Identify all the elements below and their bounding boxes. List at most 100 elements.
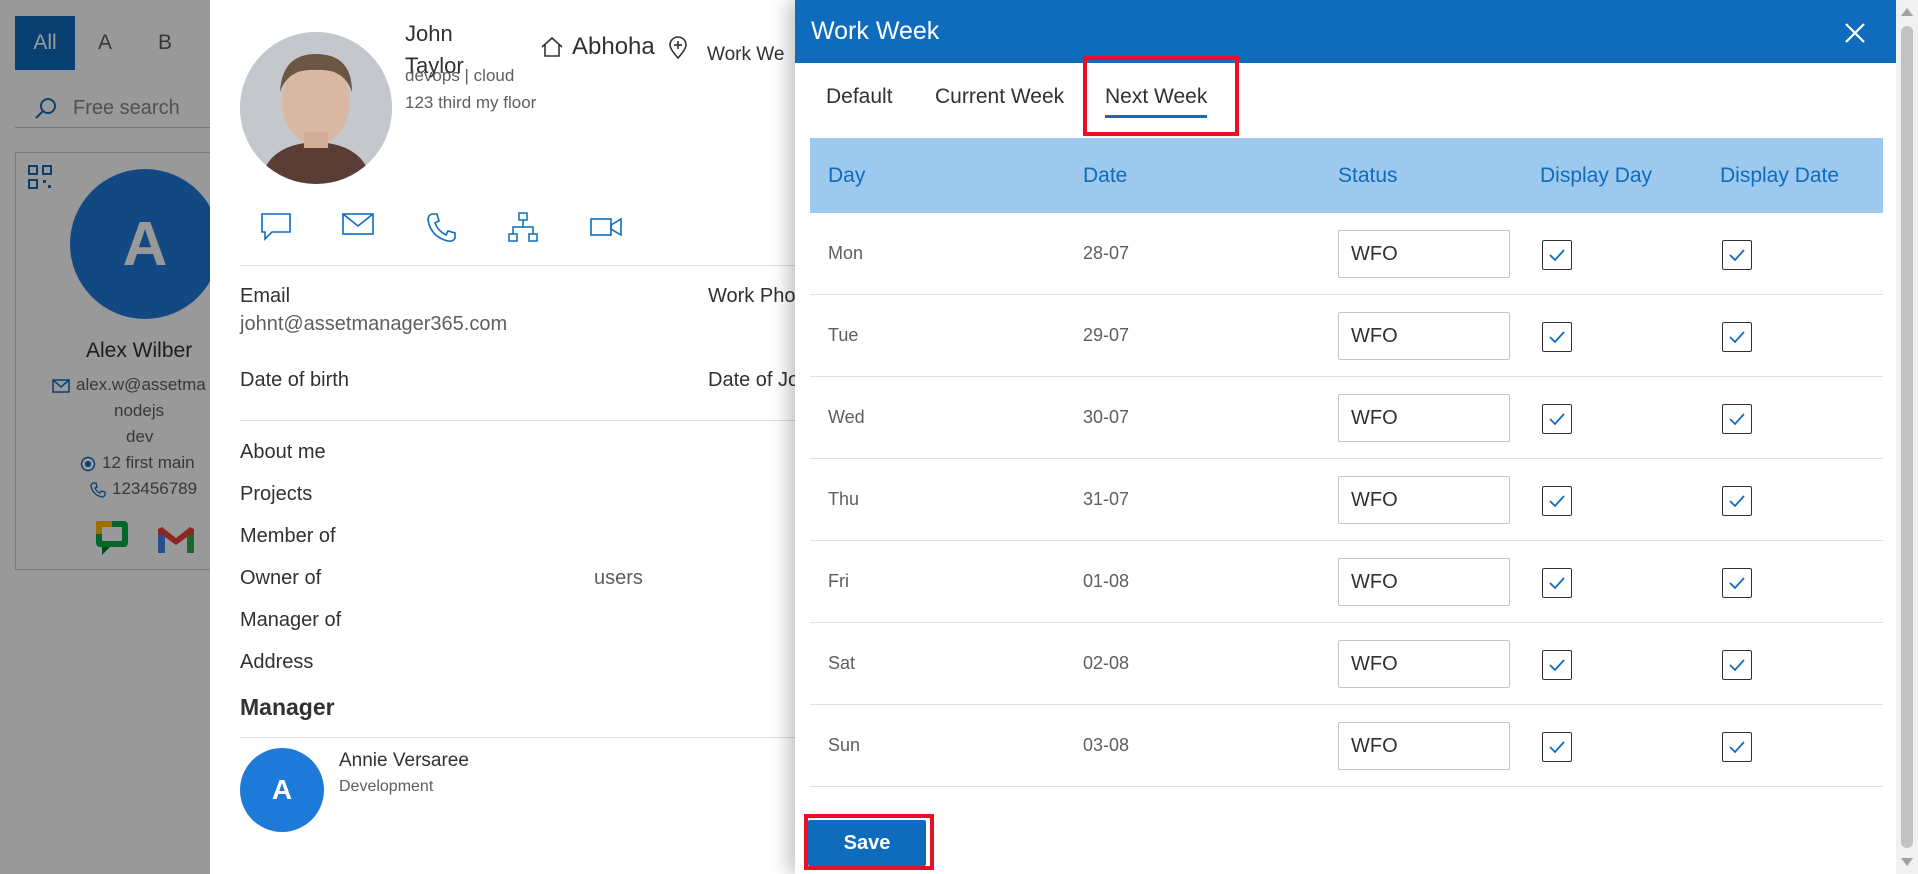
display-day-checkbox[interactable] xyxy=(1542,240,1572,270)
date-cell: 31-07 xyxy=(1083,489,1130,509)
email-label: Email xyxy=(240,285,291,307)
video-call-icon[interactable] xyxy=(590,216,622,238)
display-date-checkbox[interactable] xyxy=(1722,486,1752,516)
work-week-dialog: Work Week Default Current Week Next Week… xyxy=(795,0,1896,874)
display-day-checkbox[interactable] xyxy=(1542,732,1572,762)
divider xyxy=(240,737,810,738)
org-chart-icon[interactable] xyxy=(508,212,538,242)
projects-label: Projects xyxy=(240,483,313,505)
scroll-down-icon[interactable] xyxy=(1901,858,1913,866)
date-cell: 02-08 xyxy=(1083,653,1130,673)
display-day-checkbox[interactable] xyxy=(1542,568,1572,598)
work-week-link[interactable]: Work We xyxy=(707,44,784,66)
profile-panel: John Taylor devops | cloud 123 third my … xyxy=(210,0,810,874)
date-cell: 03-08 xyxy=(1083,735,1130,755)
status-input[interactable]: WFO xyxy=(1338,640,1510,688)
about-label: About me xyxy=(240,441,326,463)
checkmark-icon xyxy=(1549,741,1565,754)
address-label: Address xyxy=(240,651,314,673)
status-input[interactable]: WFO xyxy=(1338,476,1510,524)
status-input[interactable]: WFO xyxy=(1338,558,1510,606)
checkmark-icon xyxy=(1549,495,1565,508)
checkmark-icon xyxy=(1729,331,1745,344)
person-photo-icon xyxy=(240,32,392,184)
week-tabs: Default Current Week Next Week xyxy=(795,56,1896,138)
email-value[interactable]: johnt@assetmanager365.com xyxy=(240,313,507,336)
work-phone-label: Work Pho xyxy=(708,285,796,307)
column-date: Date xyxy=(1083,164,1128,187)
column-status: Status xyxy=(1338,164,1398,187)
checkmark-icon xyxy=(1549,331,1565,344)
day-cell: Thu xyxy=(828,489,860,509)
display-day-checkbox[interactable] xyxy=(1542,322,1572,352)
date-cell: 01-08 xyxy=(1083,571,1130,591)
tab-default[interactable]: Default xyxy=(826,85,893,109)
tab-current-week[interactable]: Current Week xyxy=(935,85,1064,109)
checkmark-icon xyxy=(1549,577,1565,590)
checkmark-icon xyxy=(1549,249,1565,262)
manager-heading: Manager xyxy=(240,694,335,720)
display-date-checkbox[interactable] xyxy=(1722,404,1752,434)
owner-of-label: Owner of xyxy=(240,567,322,589)
owner-of-value: users xyxy=(594,567,643,589)
day-cell: Sat xyxy=(828,653,856,673)
close-button[interactable] xyxy=(1840,18,1870,48)
scroll-thumb[interactable] xyxy=(1901,26,1913,848)
checkmark-icon xyxy=(1549,659,1565,672)
checkmark-icon xyxy=(1729,659,1745,672)
checkmark-icon xyxy=(1549,413,1565,426)
display-date-checkbox[interactable] xyxy=(1722,650,1752,680)
checkmark-icon xyxy=(1729,249,1745,262)
column-display-date: Display Date xyxy=(1720,164,1840,187)
checkmark-icon xyxy=(1729,577,1745,590)
display-day-checkbox[interactable] xyxy=(1542,486,1572,516)
table-row: Fri 01-08 WFO xyxy=(810,541,1883,623)
close-icon xyxy=(1845,23,1865,43)
call-icon[interactable] xyxy=(426,212,458,244)
modal-backdrop[interactable] xyxy=(0,0,210,874)
display-date-checkbox[interactable] xyxy=(1722,240,1752,270)
manager-name[interactable]: Annie Versaree xyxy=(339,750,469,772)
column-display-day: Display Day xyxy=(1540,164,1653,187)
table-row: Sun 03-08 WFO xyxy=(810,705,1883,787)
display-date-checkbox[interactable] xyxy=(1722,732,1752,762)
display-date-checkbox[interactable] xyxy=(1722,322,1752,352)
manager-dept: Development xyxy=(339,778,434,795)
dialog-title: Work Week xyxy=(811,17,940,45)
dialog-header: Work Week xyxy=(795,0,1896,63)
chat-icon[interactable] xyxy=(260,212,292,242)
home-icon xyxy=(541,36,563,57)
doj-label: Date of Jo xyxy=(708,369,800,391)
profile-photo xyxy=(240,32,392,184)
email-icon[interactable] xyxy=(342,212,374,236)
manager-of-label: Manager of xyxy=(240,609,342,631)
display-day-checkbox[interactable] xyxy=(1542,404,1572,434)
table-row: Mon 28-07 WFO xyxy=(810,213,1883,295)
status-input[interactable]: WFO xyxy=(1338,230,1510,278)
status-input[interactable]: WFO xyxy=(1338,394,1510,442)
save-button[interactable]: Save xyxy=(808,820,926,866)
table-row: Wed 30-07 WFO xyxy=(810,377,1883,459)
status-input[interactable]: WFO xyxy=(1338,722,1510,770)
scrollbar[interactable] xyxy=(1896,0,1918,874)
checkmark-icon xyxy=(1729,413,1745,426)
profile-location: Abhoha xyxy=(540,33,655,61)
scroll-up-icon[interactable] xyxy=(1901,8,1913,16)
dob-label: Date of birth xyxy=(240,369,349,391)
display-date-checkbox[interactable] xyxy=(1722,568,1752,598)
status-input[interactable]: WFO xyxy=(1338,312,1510,360)
date-cell: 28-07 xyxy=(1083,243,1130,263)
map-pin-icon[interactable] xyxy=(668,36,688,60)
table-body: Mon 28-07 WFO Tue 29-07 WFO Wed 30-07 WFO Thu 31-0… xyxy=(810,213,1883,787)
display-day-checkbox[interactable] xyxy=(1542,650,1572,680)
work-week-table: Day Date Status Display Day Display Date… xyxy=(810,138,1883,787)
table-row: Sat 02-08 WFO xyxy=(810,623,1883,705)
profile-dept: devops | cloud xyxy=(405,66,515,85)
divider xyxy=(240,420,810,421)
manager-avatar[interactable]: A xyxy=(240,748,324,832)
date-cell: 29-07 xyxy=(1083,325,1130,345)
day-cell: Mon xyxy=(828,243,864,263)
tab-next-week[interactable]: Next Week xyxy=(1105,85,1208,118)
table-row: Thu 31-07 WFO xyxy=(810,459,1883,541)
table-row: Tue 29-07 WFO xyxy=(810,295,1883,377)
